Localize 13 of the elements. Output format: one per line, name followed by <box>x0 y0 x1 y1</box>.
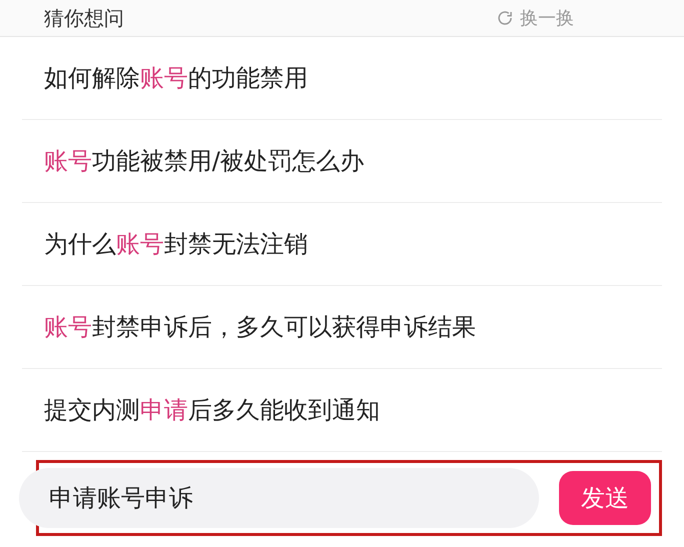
question-item[interactable]: 如何解除账号的功能禁用 <box>22 37 662 120</box>
question-text: 为什么账号封禁无法注销 <box>44 229 308 260</box>
question-text: 账号功能被禁用/被处罚怎么办 <box>44 146 364 177</box>
question-item[interactable]: 账号封禁申诉后，多久可以获得申诉结果 <box>22 286 662 369</box>
send-button[interactable]: 发送 <box>559 471 651 525</box>
question-text: 如何解除账号的功能禁用 <box>44 63 308 94</box>
question-text: 账号封禁申诉后，多久可以获得申诉结果 <box>44 312 476 343</box>
question-item[interactable]: 账号功能被禁用/被处罚怎么办 <box>22 120 662 203</box>
question-item[interactable]: 提交内测申请后多久能收到通知 <box>22 369 662 452</box>
section-title: 猜你想问 <box>44 4 124 32</box>
message-input[interactable]: 申请账号申诉 <box>19 468 539 528</box>
question-item[interactable]: 为什么账号封禁无法注销 <box>22 203 662 286</box>
question-text: 提交内测申请后多久能收到通知 <box>44 395 380 426</box>
